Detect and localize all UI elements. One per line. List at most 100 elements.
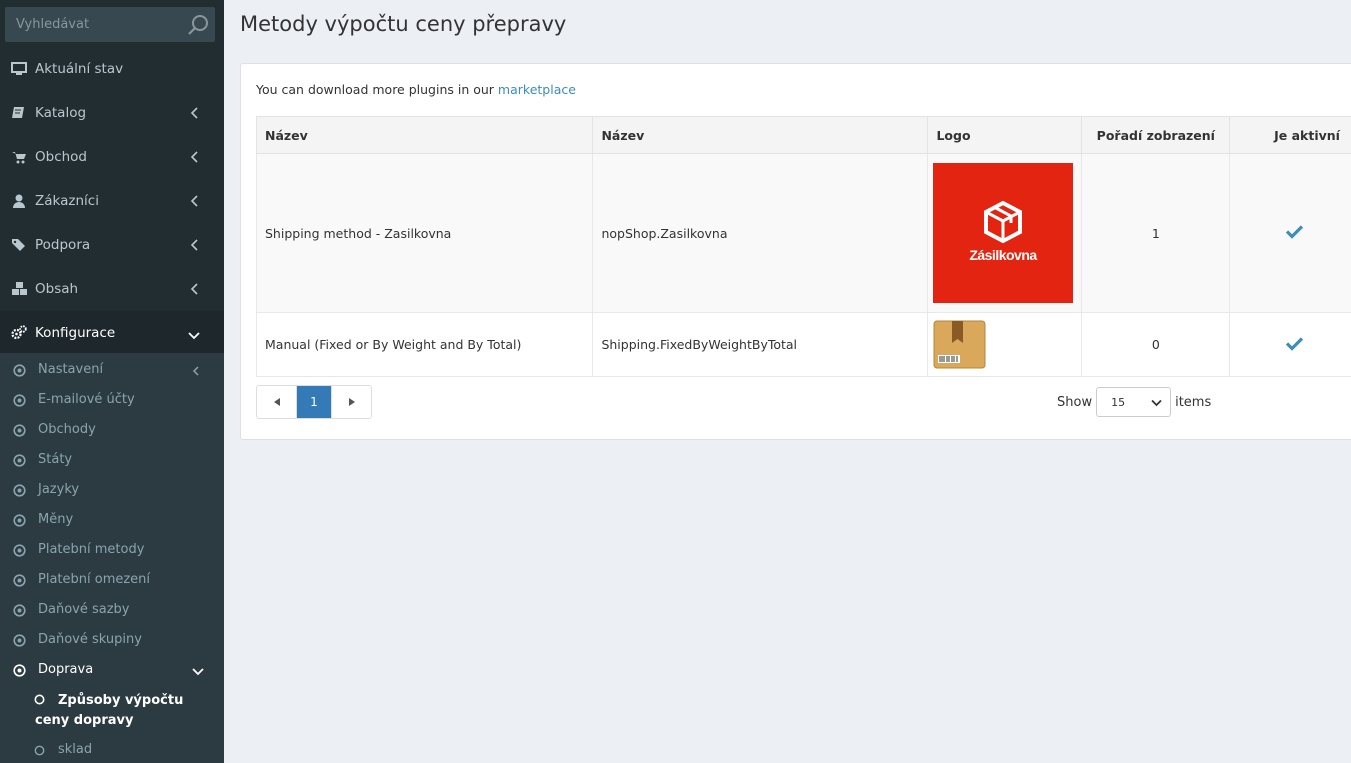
sidebar-item-label: Obchod [35, 149, 88, 165]
cell-display-order: 1 [1081, 153, 1231, 313]
sidebar-item-promotions[interactable]: Podpora [0, 223, 224, 267]
sidebar-item-label: Doprava [38, 662, 94, 677]
shipping-methods-table: Název Název Logo Pořadí zobrazení Je akt… [255, 116, 1351, 377]
page-button-current[interactable]: 1 [297, 386, 331, 418]
marketplace-link[interactable]: marketplace [498, 82, 576, 97]
column-header-system-name[interactable]: Název [592, 116, 929, 154]
check-icon [1286, 225, 1304, 239]
sidebar-item-settings[interactable]: Nastavení [0, 355, 224, 385]
prev-page-button[interactable] [257, 386, 297, 418]
sidebar-item-catalog[interactable]: Katalog [0, 91, 224, 135]
chevron-left-icon [190, 283, 200, 295]
sidebar-item-email-accounts[interactable]: E-mailové účty [0, 385, 224, 415]
chevron-left-icon [190, 151, 200, 163]
sidebar-item-label: sklad [58, 742, 93, 757]
table-row[interactable]: Shipping method - Zasilkovna nopShop.Zas… [255, 153, 1351, 313]
tags-icon [11, 237, 27, 253]
sidebar: Aktuální stav Katalog Obchod Zákazníci P… [0, 0, 224, 763]
sidebar-item-stores[interactable]: Obchody [0, 415, 224, 445]
dot-circle-icon [13, 394, 26, 407]
plugins-info-text: You can download more plugins in our [256, 82, 498, 97]
page-title: Metody výpočtu ceny přepravy [240, 12, 567, 36]
chevron-down-icon [1151, 399, 1162, 407]
sidebar-item-label: Platební omezení [38, 572, 151, 587]
sidebar-item-label: Katalog [35, 105, 87, 121]
caret-right-icon [348, 398, 355, 406]
sidebar-item-label: Způsoby výpočtu ceny dopravy [35, 693, 184, 728]
chevron-left-icon [190, 239, 200, 251]
sidebar-item-tax-rates[interactable]: Daňové sazby [0, 595, 224, 625]
sidebar-item-countries[interactable]: Státy [0, 445, 224, 475]
cell-friendly-name: Shipping method - Zasilkovna [255, 153, 594, 313]
pagination: 1 [256, 385, 372, 419]
chevron-down-icon [188, 329, 200, 340]
dot-circle-icon [13, 514, 26, 527]
search-icon[interactable] [185, 12, 211, 38]
sidebar-item-label: Zákazníci [35, 193, 99, 209]
gears-icon [11, 325, 27, 341]
sidebar-item-tax-categories[interactable]: Daňové skupiny [0, 625, 224, 655]
sidebar-item-label: Měny [38, 512, 74, 527]
cell-system-name: Shipping.FixedByWeightByTotal [592, 312, 929, 377]
sidebar-item-dashboard[interactable]: Aktuální stav [0, 47, 224, 91]
next-page-button[interactable] [331, 386, 371, 418]
column-header-friendly-name[interactable]: Název [255, 116, 594, 154]
sidebar-item-languages[interactable]: Jazyky [0, 475, 224, 505]
dot-circle-icon [13, 634, 26, 647]
chevron-left-icon [192, 365, 200, 376]
sidebar-item-shipping-providers[interactable]: Způsoby výpočtu ceny dopravy [0, 689, 224, 731]
dot-circle-icon [13, 664, 26, 677]
cell-system-name: nopShop.Zasilkovna [592, 153, 929, 313]
cell-friendly-name: Manual (Fixed or By Weight and By Total) [255, 312, 594, 377]
sidebar-item-payment-restrictions[interactable]: Platební omezení [0, 565, 224, 595]
column-header-logo: Logo [927, 116, 1083, 154]
dot-circle-icon [13, 454, 26, 467]
caret-left-icon [273, 398, 280, 406]
dot-circle-icon [13, 544, 26, 557]
configuration-submenu: Nastavení E-mailové účty Obchody Státy J… [0, 353, 224, 763]
sidebar-item-sales[interactable]: Obchod [0, 135, 224, 179]
sidebar-item-warehouse[interactable]: sklad [0, 740, 224, 763]
user-icon [11, 193, 27, 209]
sidebar-item-configuration[interactable]: Konfigurace [0, 311, 224, 355]
table-row[interactable]: Manual (Fixed or By Weight and By Total)… [255, 312, 1351, 377]
chevron-left-icon [190, 195, 200, 207]
chevron-down-icon [192, 666, 204, 676]
column-header-display-order[interactable]: Pořadí zobrazení [1081, 116, 1231, 154]
cell-display-order: 0 [1081, 312, 1231, 377]
sidebar-item-currencies[interactable]: Měny [0, 505, 224, 535]
sidebar-item-label: Konfigurace [35, 325, 116, 341]
page-size-select[interactable]: 15 [1096, 387, 1172, 417]
sidebar-item-label: Nastavení [38, 362, 104, 377]
items-label: items [1175, 394, 1212, 410]
show-label: Show [1057, 394, 1093, 410]
sidebar-item-label: E-mailové účty [38, 392, 135, 407]
sidebar-item-label: Státy [38, 452, 73, 467]
sidebar-item-payment-methods[interactable]: Platební metody [0, 535, 224, 565]
search-input[interactable] [5, 7, 180, 42]
cell-is-active [1229, 312, 1351, 377]
cell-logo [927, 312, 1083, 377]
sidebar-item-label: Daňové skupiny [38, 632, 142, 647]
sidebar-item-customers[interactable]: Zákazníci [0, 179, 224, 223]
dot-circle-icon [13, 364, 26, 377]
dot-circle-icon [13, 484, 26, 497]
check-icon [1286, 336, 1304, 351]
cart-icon [11, 149, 27, 165]
sidebar-item-label: Podpora [35, 237, 91, 253]
zasilkovna-logo-text: Zásilkovna [970, 247, 1038, 263]
column-header-is-active[interactable]: Je aktivní [1229, 116, 1351, 154]
page-size-control: Show 15 items [1057, 387, 1211, 417]
sidebar-item-content[interactable]: Obsah [0, 267, 224, 311]
sidebar-item-label: Jazyky [38, 482, 80, 497]
sidebar-item-shipping[interactable]: Doprava [0, 655, 224, 685]
cubes-icon [11, 281, 27, 297]
chevron-left-icon [190, 107, 200, 119]
cell-is-active [1229, 153, 1351, 313]
sidebar-item-label: Aktuální stav [35, 61, 124, 77]
cell-logo: Zásilkovna [927, 153, 1083, 313]
table-header-row: Název Název Logo Pořadí zobrazení Je akt… [255, 116, 1351, 154]
sidebar-search [5, 7, 215, 42]
book-icon [11, 105, 27, 121]
dot-circle-icon [13, 424, 26, 437]
